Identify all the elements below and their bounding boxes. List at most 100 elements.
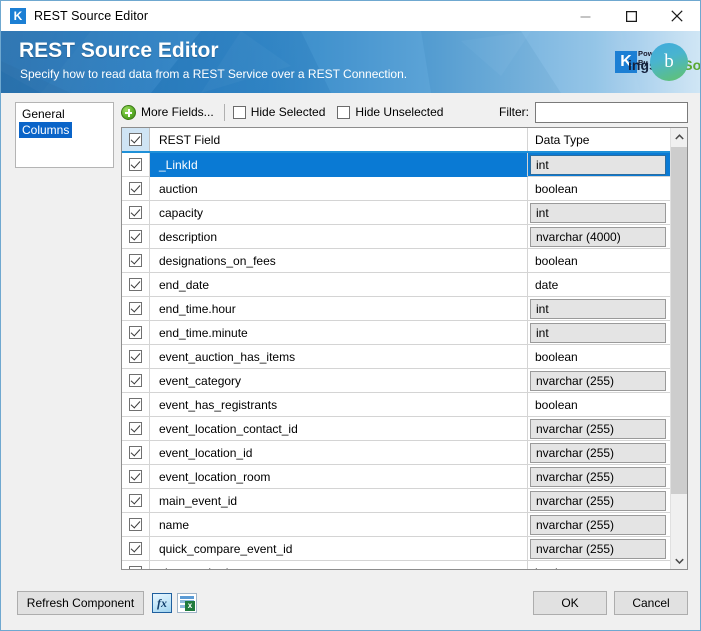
data-type-combo[interactable]: nvarchar (255): [530, 370, 666, 391]
cell-data-type[interactable]: nvarchar (255): [528, 489, 670, 513]
cell-rest-field[interactable]: end_time.minute: [150, 321, 528, 345]
table-row[interactable]: _LinkId int: [122, 153, 670, 177]
table-row[interactable]: event_auction_has_items boolean: [122, 345, 670, 369]
scroll-up-button[interactable]: [671, 128, 687, 145]
cell-data-type[interactable]: boolean: [528, 177, 670, 201]
select-all-cell[interactable]: [122, 128, 150, 151]
row-checkbox[interactable]: [129, 278, 142, 291]
cell-data-type[interactable]: boolean: [528, 345, 670, 369]
cell-rest-field[interactable]: event_has_registrants: [150, 393, 528, 417]
page-nav-list[interactable]: General Columns: [15, 102, 114, 168]
cell-rest-field[interactable]: name: [150, 513, 528, 537]
sidebar-item-general[interactable]: General: [19, 106, 68, 122]
cell-data-type[interactable]: int: [528, 153, 670, 177]
grid-vertical-scrollbar[interactable]: [670, 128, 687, 569]
row-select-cell[interactable]: [122, 321, 150, 345]
cell-data-type[interactable]: int: [528, 201, 670, 225]
data-type-combo[interactable]: nvarchar (255): [530, 442, 666, 463]
cell-data-type[interactable]: nvarchar (4000): [528, 225, 670, 249]
column-header-rest-field[interactable]: REST Field: [150, 128, 528, 151]
table-row[interactable]: event_has_registrants boolean: [122, 393, 670, 417]
table-row[interactable]: designations_on_fees boolean: [122, 249, 670, 273]
cell-rest-field[interactable]: end_date: [150, 273, 528, 297]
scroll-thumb[interactable]: [671, 147, 687, 494]
cell-data-type[interactable]: boolean: [528, 561, 670, 569]
cell-rest-field[interactable]: event_location_id: [150, 441, 528, 465]
close-button[interactable]: [654, 1, 700, 31]
cell-rest-field[interactable]: event_category: [150, 369, 528, 393]
cell-data-type[interactable]: boolean: [528, 393, 670, 417]
table-row[interactable]: site_requiredboolean: [122, 561, 670, 569]
row-checkbox[interactable]: [129, 158, 142, 171]
hide-selected-checkbox-box[interactable]: [232, 105, 246, 119]
row-checkbox[interactable]: [129, 422, 142, 435]
cell-rest-field[interactable]: site_required: [150, 561, 528, 569]
row-checkbox[interactable]: [129, 182, 142, 195]
row-select-cell[interactable]: [122, 201, 150, 225]
filter-input[interactable]: [535, 101, 688, 123]
table-row[interactable]: description nvarchar (4000): [122, 225, 670, 249]
cell-rest-field[interactable]: description: [150, 225, 528, 249]
row-select-cell[interactable]: [122, 177, 150, 201]
row-select-cell[interactable]: [122, 273, 150, 297]
cell-rest-field[interactable]: end_time.hour: [150, 297, 528, 321]
data-type-combo[interactable]: nvarchar (255): [530, 466, 666, 487]
cell-rest-field[interactable]: event_location_contact_id: [150, 417, 528, 441]
data-type-combo[interactable]: int: [530, 202, 666, 223]
column-header-data-type[interactable]: Data Type: [528, 128, 670, 151]
cell-data-type[interactable]: int: [528, 297, 670, 321]
row-checkbox[interactable]: [129, 254, 142, 267]
row-select-cell[interactable]: [122, 345, 150, 369]
ok-button[interactable]: OK: [533, 591, 607, 615]
hide-unselected-checkbox-box[interactable]: [337, 105, 351, 119]
table-row[interactable]: event_location_id nvarchar (255): [122, 441, 670, 465]
cell-data-type[interactable]: nvarchar (255): [528, 441, 670, 465]
table-row[interactable]: quick_compare_event_id nvarchar (255): [122, 537, 670, 561]
row-select-cell[interactable]: [122, 225, 150, 249]
row-checkbox[interactable]: [129, 494, 142, 507]
data-type-combo[interactable]: nvarchar (255): [530, 538, 666, 559]
row-checkbox[interactable]: [129, 230, 142, 243]
data-type-combo[interactable]: int: [530, 322, 666, 343]
select-all-checkbox[interactable]: [129, 133, 142, 146]
data-type-combo[interactable]: nvarchar (255): [530, 514, 666, 535]
row-checkbox[interactable]: [129, 206, 142, 219]
table-row[interactable]: main_event_id nvarchar (255): [122, 489, 670, 513]
row-select-cell[interactable]: [122, 561, 150, 569]
cell-data-type[interactable]: nvarchar (255): [528, 465, 670, 489]
row-select-cell[interactable]: [122, 417, 150, 441]
cell-rest-field[interactable]: event_location_room: [150, 465, 528, 489]
cell-data-type[interactable]: nvarchar (255): [528, 417, 670, 441]
cell-data-type[interactable]: boolean: [528, 249, 670, 273]
table-row[interactable]: end_date date: [122, 273, 670, 297]
row-checkbox[interactable]: [129, 302, 142, 315]
cell-rest-field[interactable]: _LinkId: [150, 153, 528, 177]
row-checkbox[interactable]: [129, 350, 142, 363]
row-checkbox[interactable]: [129, 566, 142, 569]
minimize-button[interactable]: [562, 1, 608, 31]
hide-selected-checkbox[interactable]: Hide Selected: [232, 105, 325, 119]
row-select-cell[interactable]: [122, 249, 150, 273]
cell-rest-field[interactable]: event_auction_has_items: [150, 345, 528, 369]
row-select-cell[interactable]: [122, 537, 150, 561]
row-select-cell[interactable]: [122, 297, 150, 321]
data-type-combo[interactable]: nvarchar (255): [530, 490, 666, 511]
cancel-button[interactable]: Cancel: [614, 591, 688, 615]
cell-data-type[interactable]: nvarchar (255): [528, 513, 670, 537]
row-select-cell[interactable]: [122, 441, 150, 465]
row-select-cell[interactable]: [122, 513, 150, 537]
more-fields-button[interactable]: More Fields...: [141, 105, 214, 119]
row-checkbox[interactable]: [129, 518, 142, 531]
data-type-combo[interactable]: nvarchar (255): [530, 418, 666, 439]
row-select-cell[interactable]: [122, 153, 150, 177]
row-checkbox[interactable]: [129, 446, 142, 459]
row-select-cell[interactable]: [122, 489, 150, 513]
refresh-component-button[interactable]: Refresh Component: [17, 591, 144, 615]
row-checkbox[interactable]: [129, 470, 142, 483]
table-row[interactable]: name nvarchar (255): [122, 513, 670, 537]
cell-rest-field[interactable]: auction: [150, 177, 528, 201]
maximize-button[interactable]: [608, 1, 654, 31]
hide-unselected-checkbox[interactable]: Hide Unselected: [337, 105, 443, 119]
table-row[interactable]: auction boolean: [122, 177, 670, 201]
add-plus-icon[interactable]: [121, 104, 136, 120]
